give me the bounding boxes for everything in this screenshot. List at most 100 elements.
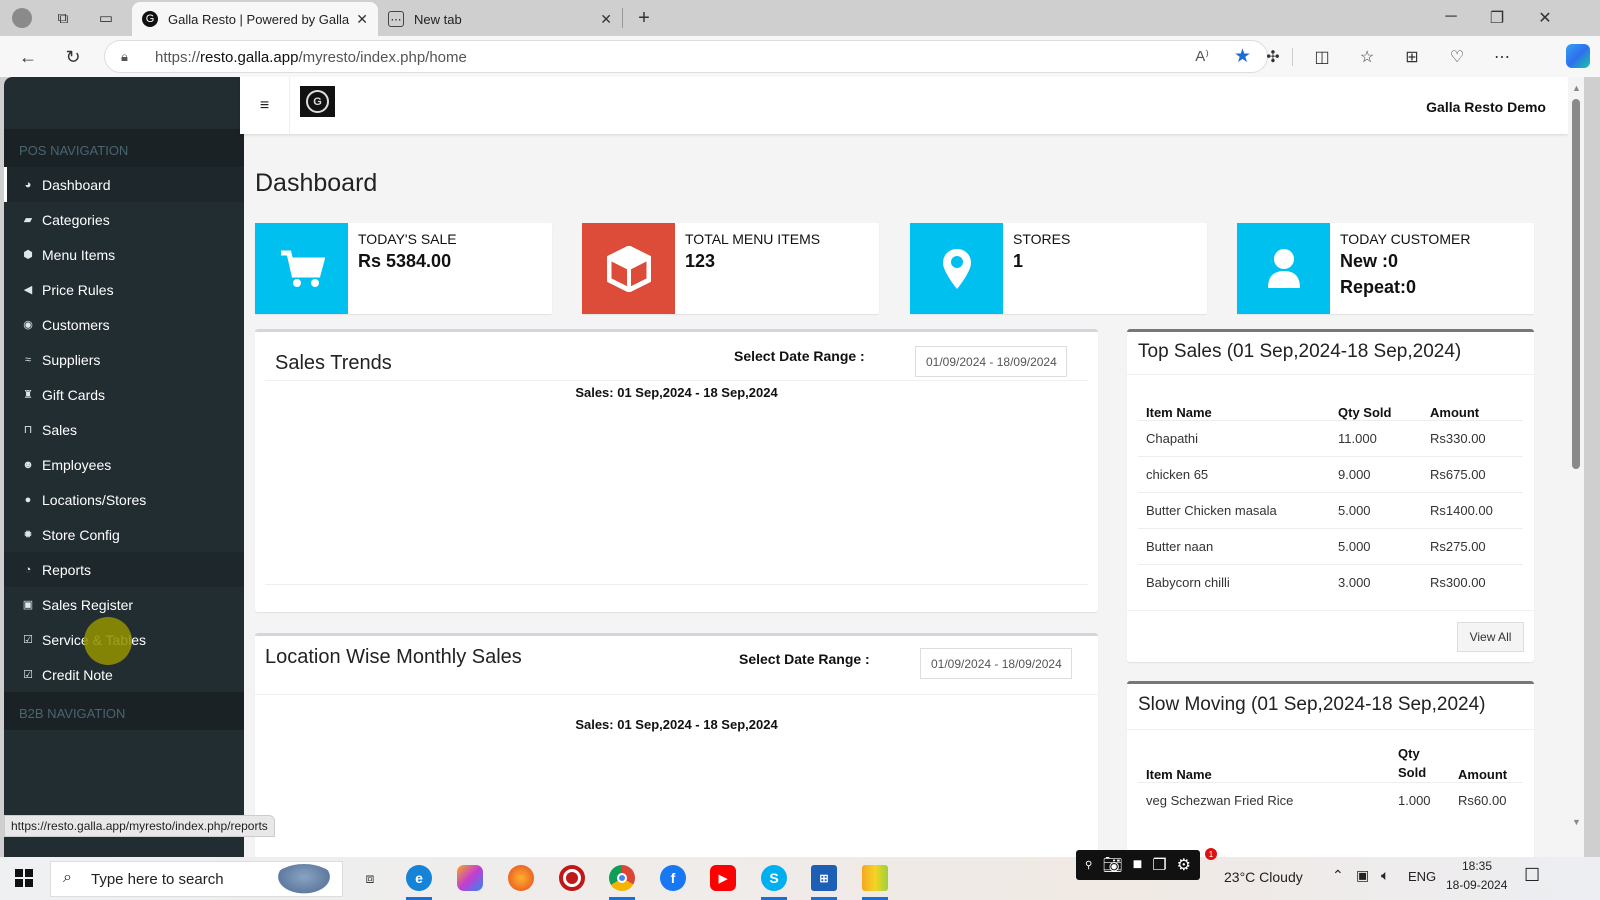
scroll-up-arrow-icon[interactable]: ▲ <box>1572 83 1581 93</box>
windows-start-icon[interactable] <box>15 869 33 887</box>
top-sales-table: Item Name Qty Sold Amount Chapathi 11.000… <box>1138 387 1523 600</box>
notification-badge: 1 <box>1205 848 1217 860</box>
refresh-button[interactable]: ↻ <box>60 44 86 70</box>
column-header: Amount <box>1458 767 1508 782</box>
settings-gear-icon[interactable]: ⚙ <box>1177 855 1191 875</box>
favorites-icon[interactable]: ☆ <box>1355 45 1379 69</box>
taskbar-search-box[interactable]: ⌕ Type here to search <box>50 861 343 897</box>
search-highlight-image <box>274 864 334 896</box>
tab-galla-resto[interactable]: G Galla Resto | Powered by Galla ✕ <box>132 2 378 36</box>
youtube-taskbar-icon[interactable]: ▶ <box>710 865 736 891</box>
volume-icon[interactable]: 🔈︎ <box>1381 867 1389 884</box>
location-sales-chart: Sales: 01 Sep,2024 - 18 Sep,2024 <box>255 694 1098 864</box>
status-bar-link-preview: https://resto.galla.app/myresto/index.ph… <box>4 815 275 837</box>
collections-icon[interactable]: ⊞ <box>1400 45 1424 69</box>
tab-new-tab[interactable]: ⋯ New tab ✕ <box>378 2 622 36</box>
sidebar-item-dashboard[interactable]: ◕ Dashboard <box>4 167 244 202</box>
video-record-icon[interactable]: ■ <box>1133 856 1143 874</box>
sidebar-item-customers[interactable]: ◉ Customers <box>4 307 244 342</box>
pin-icon[interactable]: ⚲ <box>1085 860 1092 871</box>
back-button[interactable]: ← <box>15 44 41 70</box>
galla-logo[interactable]: G <box>300 86 335 117</box>
sidebar-toggle-hamburger-icon[interactable]: ≡ <box>240 77 290 134</box>
vertical-tabs-icon[interactable]: ▭ <box>94 6 118 30</box>
stat-label: TODAY CUSTOMER <box>1340 231 1471 247</box>
sidebar-item-locations-stores[interactable]: ● Locations/Stores <box>4 482 244 517</box>
close-window-button[interactable]: ✕ <box>1530 8 1560 28</box>
favorite-star-icon[interactable]: ★ <box>1234 45 1251 68</box>
lock-icon[interactable]: 🔒︎ <box>121 49 128 65</box>
clock-date[interactable]: 18-09-2024 <box>1446 878 1507 892</box>
windows-taskbar: ⌕ Type here to search ⧈ e f ▶ S ⊞ 23°C C… <box>0 857 1600 900</box>
language-indicator[interactable]: ENG <box>1408 869 1436 884</box>
sidebar-item-credit-note[interactable]: ☑ Credit Note <box>4 657 244 692</box>
clock-time[interactable]: 18:35 <box>1462 859 1492 873</box>
browser-essentials-icon[interactable]: ♡ <box>1445 45 1469 69</box>
scroll-thumb[interactable] <box>1572 99 1580 469</box>
sidebar-item-categories[interactable]: ▰ Categories <box>4 202 244 237</box>
store-taskbar-icon[interactable]: ⊞ <box>811 865 837 891</box>
top-navbar: ≡ G Galla Resto Demo <box>240 77 1568 134</box>
show-hidden-icons-chevron-up-icon[interactable]: ⌃ <box>1332 867 1344 884</box>
column-header: Item Name <box>1146 404 1212 420</box>
location-sales-date-range-input[interactable]: 01/09/2024 - 18/09/2024 <box>920 648 1072 679</box>
notifications-icon[interactable]: ☐ <box>1524 865 1540 886</box>
item-name-cell: Butter naan <box>1138 527 1330 564</box>
read-aloud-icon[interactable]: A⁾ <box>1195 47 1209 65</box>
close-tab-icon[interactable]: ✕ <box>356 11 368 28</box>
url-text[interactable]: https://resto.galla.app/myresto/index.ph… <box>155 49 467 66</box>
close-tab-icon[interactable]: ✕ <box>600 11 612 28</box>
cube-icon: ⬢ <box>23 249 33 261</box>
slow-moving-table: Item Name Qty Sold Amount veg Schezwan F… <box>1138 744 1523 819</box>
item-name-cell: Chapathi <box>1138 419 1330 456</box>
stat-value-repeat: Repeat:0 <box>1340 277 1417 297</box>
skype-taskbar-icon[interactable]: S <box>761 865 787 891</box>
sidebar-item-price-rules[interactable]: ◀ Price Rules <box>4 272 244 307</box>
sidebar-item-menu-items[interactable]: ⬢ Menu Items <box>4 237 244 272</box>
top-sales-box: Top Sales (01 Sep,2024-18 Sep,2024) Item… <box>1127 329 1534 662</box>
edge-taskbar-icon[interactable]: e <box>406 865 432 891</box>
sales-trends-date-range-input[interactable]: 01/09/2024 - 18/09/2024 <box>915 346 1067 377</box>
split-screen-icon[interactable]: ◫ <box>1310 45 1334 69</box>
firefox-taskbar-icon[interactable] <box>508 865 534 891</box>
view-all-button[interactable]: View All <box>1457 622 1524 652</box>
amount-cell: Rs1400.00 <box>1422 491 1523 528</box>
sidebar-item-gift-cards[interactable]: ♜ Gift Cards <box>4 377 244 412</box>
restore-button[interactable]: ❐ <box>1482 8 1512 28</box>
profile-icon[interactable] <box>10 6 34 30</box>
more-options-icon[interactable]: ⋯ <box>1490 45 1514 69</box>
copilot-icon[interactable] <box>1566 44 1590 68</box>
copilot-taskbar-icon[interactable] <box>457 865 483 891</box>
sidebar-item-service-tables[interactable]: ☑ Service & Tables <box>4 622 244 657</box>
app-taskbar-icon[interactable] <box>862 865 888 891</box>
minimize-button[interactable]: ─ <box>1436 8 1466 26</box>
facebook-taskbar-icon[interactable]: f <box>660 865 686 891</box>
new-tab-button[interactable]: + <box>632 6 656 30</box>
task-view-icon[interactable]: ⧈ <box>357 865 383 891</box>
user-name[interactable]: Galla Resto Demo <box>1426 99 1546 115</box>
window-capture-icon[interactable]: ❐ <box>1152 855 1166 875</box>
recorder-taskbar-icon[interactable] <box>559 865 585 891</box>
stat-value: Rs 5384.00 <box>358 251 452 271</box>
column-header: Qty Sold <box>1338 404 1392 420</box>
sidebar-item-sales[interactable]: ⊓ Sales <box>4 412 244 447</box>
workspaces-icon[interactable]: ⧉ <box>51 6 75 30</box>
slow-moving-title: Slow Moving (01 Sep,2024-18 Sep,2024) <box>1138 694 1486 715</box>
users-icon: ☻ <box>22 458 34 471</box>
sidebar-item-suppliers[interactable]: ≈ Suppliers <box>4 342 244 377</box>
sidebar-item-label: Categories <box>42 211 110 228</box>
sidebar-item-reports[interactable]: ◔ Reports <box>4 552 244 587</box>
sidebar-item-employees[interactable]: ☻ Employees <box>4 447 244 482</box>
sidebar-item-sales-register[interactable]: ▣ Sales Register <box>4 587 244 622</box>
address-bar[interactable]: 🔒︎ https://resto.galla.app/myresto/index… <box>104 40 1268 73</box>
chrome-taskbar-icon[interactable] <box>609 865 635 891</box>
qty-sold-cell: 3.000 <box>1330 563 1422 600</box>
camera-icon[interactable]: 📷︎ <box>1102 855 1122 875</box>
sidebar-item-store-config[interactable]: ✹ Store Config <box>4 517 244 552</box>
page-scrollbar[interactable]: ▲ ▼ <box>1568 77 1584 857</box>
scroll-down-arrow-icon[interactable]: ▼ <box>1572 817 1581 827</box>
extensions-icon[interactable]: ✣ <box>1261 45 1285 69</box>
weather-widget[interactable]: 23°C Cloudy <box>1224 869 1303 885</box>
network-icon[interactable]: ▣ <box>1356 867 1369 884</box>
tab-title: Galla Resto | Powered by Galla <box>168 11 350 27</box>
